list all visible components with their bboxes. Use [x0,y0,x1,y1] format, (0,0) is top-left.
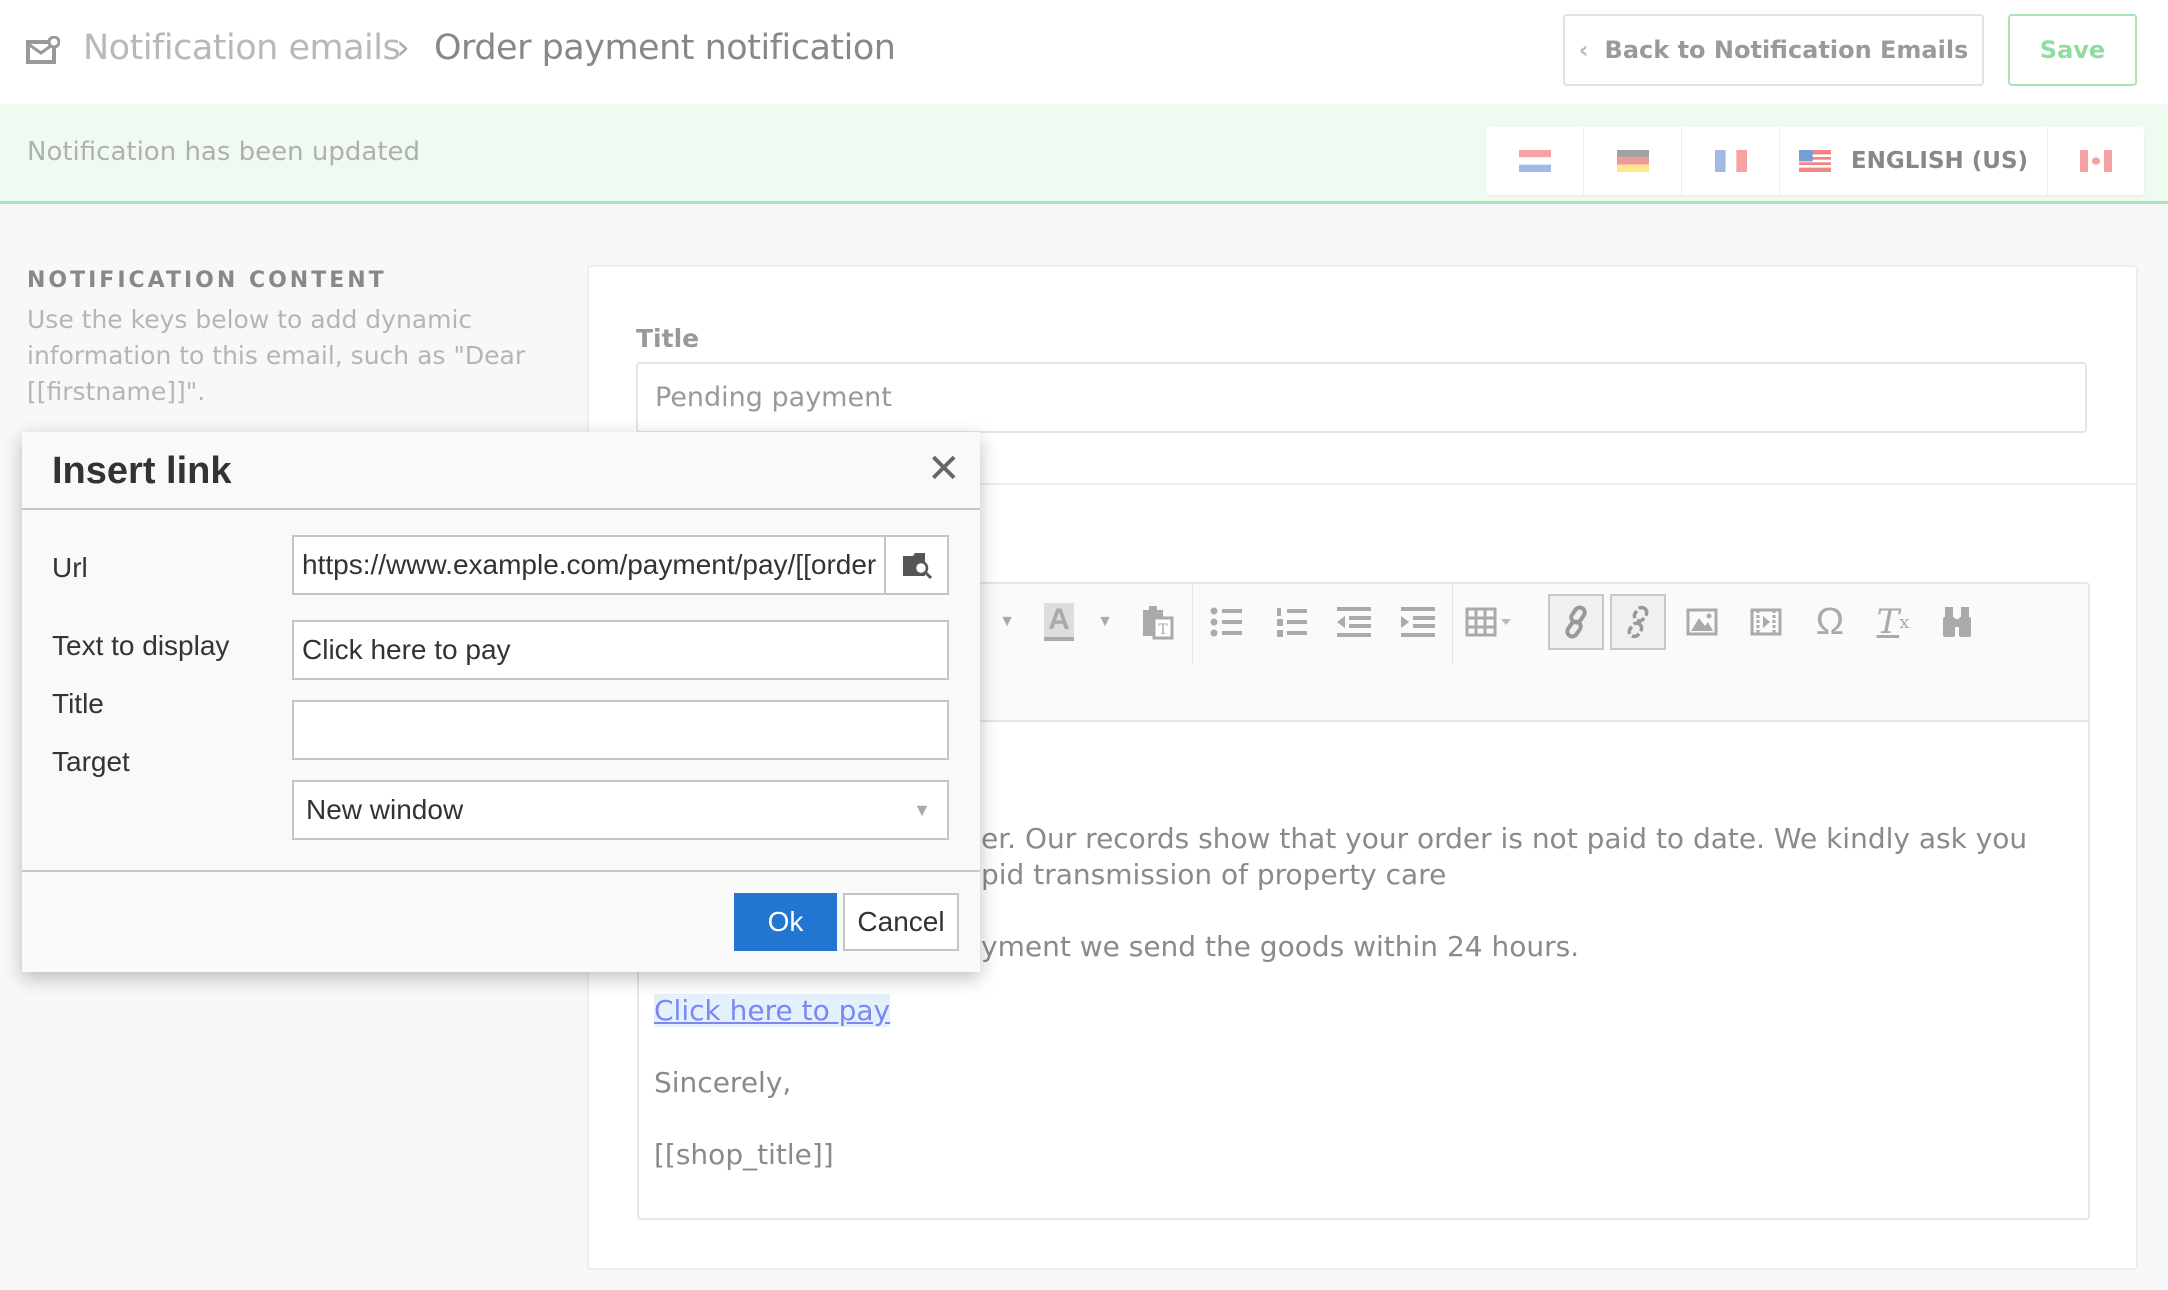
insert-link-dialog: Insert link ✕ Url https://www.example.co… [22,432,980,972]
language-tabs: ENGLISH (US) [1486,127,2144,195]
bullet-list-icon[interactable] [1199,594,1255,650]
signature-text: [[shop_title]] [654,1138,834,1171]
outdent-icon[interactable] [1326,594,1382,650]
save-button[interactable]: Save [2008,14,2137,86]
lang-tab-fr[interactable] [1682,127,1780,195]
closing-text: Sincerely, [654,1066,792,1099]
lang-tab-de[interactable] [1584,127,1682,195]
back-label: Back to Notification Emails [1604,36,1969,64]
browse-button[interactable] [884,537,947,593]
payment-link[interactable]: Click here to pay [654,994,891,1027]
target-value: New window [306,794,464,825]
numbered-list-icon[interactable] [1264,594,1320,650]
divider [22,870,980,872]
dialog-header: Insert link ✕ [22,432,980,510]
lang-tab-ca[interactable] [2048,127,2144,195]
chevron-left-icon: ‹ [1578,36,1589,64]
table-icon[interactable] [1461,594,1517,650]
title-input[interactable]: Pending payment [636,362,2087,433]
top-header: Notification emails › Order payment noti… [0,0,2168,104]
caret-down-icon[interactable]: ▼ [979,594,1035,650]
section-description: Use the keys below to add dynamic inform… [27,305,526,406]
mail-check-icon [26,36,60,64]
flag-ca-icon [2080,150,2112,172]
target-label: Target [52,746,130,777]
svg-text:T: T [1158,622,1168,638]
unlink-icon[interactable] [1610,594,1666,650]
back-button[interactable]: ‹ Back to Notification Emails [1563,14,1984,86]
cancel-button[interactable]: Cancel [843,893,959,951]
special-char-icon[interactable]: Ω [1802,594,1858,650]
flag-fr-icon [1714,150,1747,172]
target-select[interactable]: New window ▼ [292,780,949,840]
lang-label: ENGLISH (US) [1850,148,2029,174]
title-input[interactable] [292,700,949,760]
flag-us-icon [1798,150,1831,172]
lang-tab-nl[interactable] [1486,127,1584,195]
breadcrumb-root[interactable]: Notification emails [83,28,401,68]
url-input[interactable]: https://www.example.com/payment/pay/[[or… [292,535,949,595]
flag-de-icon [1616,150,1649,172]
body-text-line: yment we send the goods within 24 hours. [981,930,1580,963]
body-text-line: pid transmission of property care [981,858,1447,891]
caret-down-icon: ▼ [913,799,931,820]
image-icon[interactable] [1674,594,1730,650]
folder-search-icon [902,553,932,580]
breadcrumb-chevron-icon: › [396,28,410,68]
caret-down-icon[interactable]: ▼ [1077,594,1133,650]
flag-nl-icon [1518,150,1551,172]
paste-text-icon[interactable]: T [1130,594,1186,650]
clear-format-icon[interactable]: Tx [1865,594,1921,650]
ok-button[interactable]: Ok [734,893,837,951]
dialog-title: Insert link [52,450,232,492]
title-field-label: Title [52,688,104,719]
link-icon[interactable] [1548,594,1604,650]
url-label: Url [52,552,88,583]
banner-message: Notification has been updated [27,137,421,167]
media-icon[interactable] [1738,594,1794,650]
lang-tab-en-us[interactable]: ENGLISH (US) [1780,127,2048,195]
section-heading: NOTIFICATION CONTENT [27,268,387,293]
indent-icon[interactable] [1390,594,1446,650]
text-label: Text to display [52,630,230,661]
find-replace-icon[interactable] [1929,594,1985,650]
body-text-line: er. Our records show that your order is … [981,822,2028,855]
close-icon[interactable]: ✕ [927,446,961,492]
text-to-display-input[interactable]: Click here to pay [292,620,949,680]
page-title: Order payment notification [434,28,896,68]
title-label: Title [636,324,700,353]
